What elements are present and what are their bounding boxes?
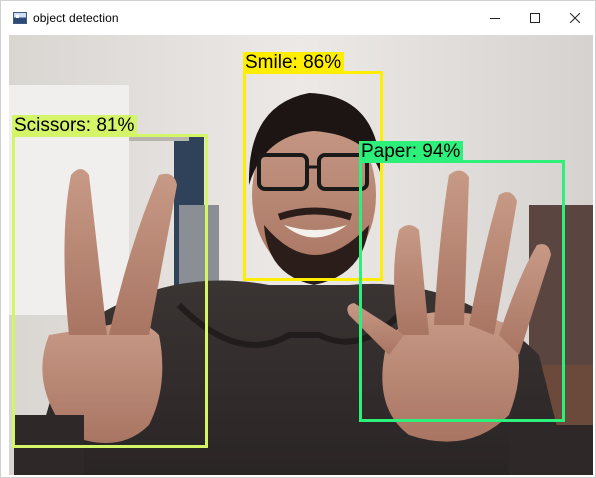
maximize-button[interactable]: [515, 1, 555, 35]
window-title: object detection: [33, 11, 119, 25]
window-icon: [13, 12, 27, 24]
close-icon: [570, 13, 580, 23]
window-controls: [475, 1, 595, 35]
app-window: object detection Smile: 86% Scissors: 81…: [0, 0, 596, 478]
minimize-button[interactable]: [475, 1, 515, 35]
detection-label-scissors: Scissors: 81%: [12, 115, 138, 137]
title-bar[interactable]: object detection: [1, 1, 595, 35]
maximize-icon: [530, 13, 540, 23]
detection-label-smile: Smile: 86%: [243, 52, 345, 74]
detection-box-paper: Paper: 94%: [359, 141, 565, 422]
minimize-icon: [490, 18, 500, 19]
close-button[interactable]: [555, 1, 595, 35]
detection-label-paper: Paper: 94%: [359, 141, 464, 163]
camera-frame: Smile: 86% Scissors: 81% Paper: 94%: [9, 35, 593, 475]
detection-box-scissors: Scissors: 81%: [12, 115, 208, 448]
